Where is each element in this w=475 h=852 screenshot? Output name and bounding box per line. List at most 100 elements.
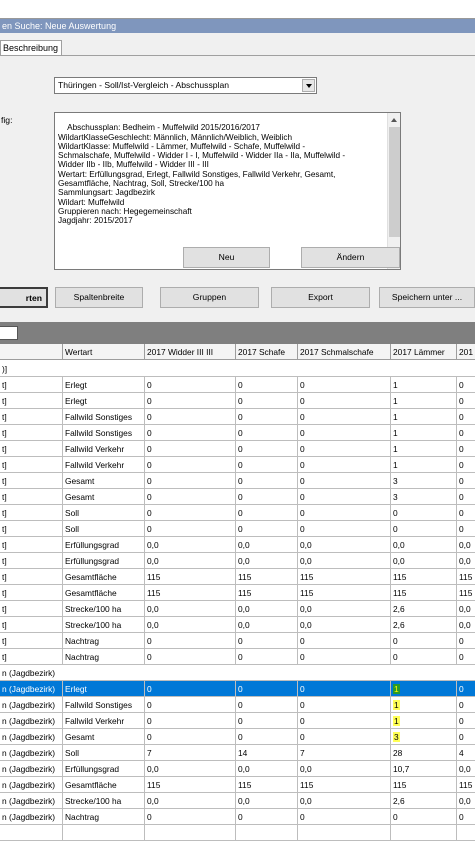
- grid-filter-box[interactable]: [0, 326, 18, 340]
- table-cell: 0: [145, 489, 236, 505]
- table-row[interactable]: n (Jagdbezirk) Nachtrag 0 0 0 0 0: [0, 809, 475, 825]
- table-cell: t]: [0, 457, 63, 473]
- sortieren-button[interactable]: rten: [0, 287, 48, 308]
- tab-beschreibung[interactable]: Beschreibung: [0, 40, 63, 56]
- neu-button[interactable]: Neu: [183, 247, 270, 268]
- table-row[interactable]: n (Jagdbezirk) Strecke/100 ha 0,0 0,0 0,0 2,6…: [0, 793, 475, 809]
- table-cell: Fallwild Sonstiges: [63, 425, 145, 441]
- spaltenbreite-button[interactable]: Spaltenbreite: [55, 287, 143, 308]
- table-row[interactable]: n (Jagdbezirk) Fallwild Verkehr 0 0 0 1 0: [0, 713, 475, 729]
- window-title: en Suche: Neue Auswertung: [0, 19, 475, 33]
- table-row[interactable]: t] Strecke/100 ha 0,0 0,0 0,0 2,6 0,0: [0, 617, 475, 633]
- table-row[interactable]: n (Jagdbezirk) Gesamt 0 0 0 3 0: [0, 729, 475, 745]
- table-row[interactable]: t] Strecke/100 ha 0,0 0,0 0,0 2,6 0,0: [0, 601, 475, 617]
- table-row[interactable]: t] Erfüllungsgrad 0,0 0,0 0,0 0,0 0,0: [0, 553, 475, 569]
- table-cell: 0,0: [145, 793, 236, 809]
- table-cell: t]: [0, 409, 63, 425]
- column-header[interactable]: 201: [457, 344, 475, 360]
- table-cell: 0: [391, 521, 457, 537]
- table-cell: 0: [236, 713, 298, 729]
- table-cell: 0: [145, 521, 236, 537]
- table-cell: 0: [457, 729, 475, 745]
- table-row[interactable]: t] Erfüllungsgrad 0,0 0,0 0,0 0,0 0,0: [0, 537, 475, 553]
- table-cell: t]: [0, 569, 63, 585]
- table-row[interactable]: t] Erlegt 0 0 0 1 0: [0, 393, 475, 409]
- column-header[interactable]: 2017 Schafe: [236, 344, 298, 360]
- table-cell: 0,0: [145, 553, 236, 569]
- scroll-thumb[interactable]: [389, 127, 400, 237]
- table-row[interactable]: t] Fallwild Verkehr 0 0 0 1 0: [0, 457, 475, 473]
- table-row[interactable]: t] Fallwild Verkehr 0 0 0 1 0: [0, 441, 475, 457]
- aendern-button[interactable]: Ändern: [301, 247, 400, 268]
- table-cell: 0: [298, 697, 391, 713]
- export-button[interactable]: Export: [271, 287, 370, 308]
- table-cell: t]: [0, 441, 63, 457]
- table-cell: t]: [0, 649, 63, 665]
- table-cell: [457, 825, 475, 841]
- table-cell: n (Jagdbezirk): [0, 729, 63, 745]
- table-cell: n (Jagdbezirk): [0, 809, 63, 825]
- table-cell: t]: [0, 601, 63, 617]
- table-row[interactable]: t] Soll 0 0 0 0 0: [0, 521, 475, 537]
- scroll-up-icon[interactable]: [388, 114, 400, 126]
- table-cell: Fallwild Sonstiges: [63, 409, 145, 425]
- table-cell: Erfüllungsgrad: [63, 761, 145, 777]
- column-header[interactable]: 2017 Schmalschafe: [298, 344, 391, 360]
- table-cell: 0: [145, 681, 236, 697]
- table-row[interactable]: t] Gesamtfläche 115 115 115 115 115: [0, 569, 475, 585]
- table-row[interactable]: t] Gesamtfläche 115 115 115 115 115: [0, 585, 475, 601]
- table-cell: 0: [457, 713, 475, 729]
- table-cell: Erfüllungsgrad: [63, 537, 145, 553]
- table-cell: Fallwild Verkehr: [63, 457, 145, 473]
- table-row[interactable]: t] Fallwild Sonstiges 0 0 0 1 0: [0, 409, 475, 425]
- group-label: n (Jagdbezirk): [0, 665, 475, 681]
- column-header[interactable]: [0, 344, 63, 360]
- table-row[interactable]: t] Gesamt 0 0 0 3 0: [0, 489, 475, 505]
- column-header[interactable]: 2017 Widder III III: [145, 344, 236, 360]
- table-row[interactable]: n (Jagdbezirk) Gesamtfläche 115 115 115 115 11…: [0, 777, 475, 793]
- table-row[interactable]: t] Nachtrag 0 0 0 0 0: [0, 649, 475, 665]
- table-cell: Soll: [63, 505, 145, 521]
- table-cell: 115: [236, 777, 298, 793]
- table-cell: [298, 825, 391, 841]
- config-label: fig:: [1, 115, 13, 125]
- speichern-unter-button[interactable]: Speichern unter ...: [379, 287, 475, 308]
- table-cell: t]: [0, 393, 63, 409]
- textarea-scrollbar[interactable]: [387, 113, 400, 269]
- table-row[interactable]: t] Gesamt 0 0 0 3 0: [0, 473, 475, 489]
- chevron-down-icon[interactable]: [302, 79, 315, 92]
- table-row[interactable]: n (Jagdbezirk) Fallwild Sonstiges 0 0 0 1 0: [0, 697, 475, 713]
- table-row[interactable]: n (Jagdbezirk) Erfüllungsgrad 0,0 0,0 0,0 10,…: [0, 761, 475, 777]
- column-header[interactable]: 2017 Lämmer: [391, 344, 457, 360]
- table-cell: 0: [391, 633, 457, 649]
- table-cell: 0: [236, 425, 298, 441]
- table-cell: 0: [298, 729, 391, 745]
- table-cell: n (Jagdbezirk): [0, 697, 63, 713]
- table-row[interactable]: t] Nachtrag 0 0 0 0 0: [0, 633, 475, 649]
- group-row[interactable]: )]: [0, 361, 475, 377]
- table-row[interactable]: t] Erlegt 0 0 0 1 0: [0, 377, 475, 393]
- table-row[interactable]: t] Soll 0 0 0 0 0: [0, 505, 475, 521]
- table-cell: 115: [391, 569, 457, 585]
- table-cell: 2,6: [391, 793, 457, 809]
- group-row[interactable]: n (Jagdbezirk): [0, 665, 475, 681]
- table-row[interactable]: n (Jagdbezirk) Soll 7 14 7 28 4: [0, 745, 475, 761]
- table-cell: 0: [236, 489, 298, 505]
- table-cell: 0: [457, 425, 475, 441]
- table-cell: 3: [391, 729, 457, 745]
- report-select[interactable]: Thüringen - Soll/Ist-Vergleich - Abschus…: [54, 77, 317, 94]
- table-cell: 0,0: [457, 617, 475, 633]
- table-cell: 0,0: [298, 761, 391, 777]
- table-row[interactable]: t] Fallwild Sonstiges 0 0 0 1 0: [0, 425, 475, 441]
- table-cell: 3: [391, 489, 457, 505]
- table-row[interactable]: n (Jagdbezirk) Erlegt 0 0 0 1 0: [0, 681, 475, 697]
- table-cell: n (Jagdbezirk): [0, 745, 63, 761]
- table-cell: 0: [391, 505, 457, 521]
- table-cell: 0: [391, 809, 457, 825]
- column-header[interactable]: Wertart: [63, 344, 145, 360]
- gruppen-button[interactable]: Gruppen: [160, 287, 259, 308]
- table-cell: 0,0: [298, 553, 391, 569]
- table-row[interactable]: [0, 825, 475, 841]
- table-cell: 0: [298, 505, 391, 521]
- table-cell: 0: [236, 441, 298, 457]
